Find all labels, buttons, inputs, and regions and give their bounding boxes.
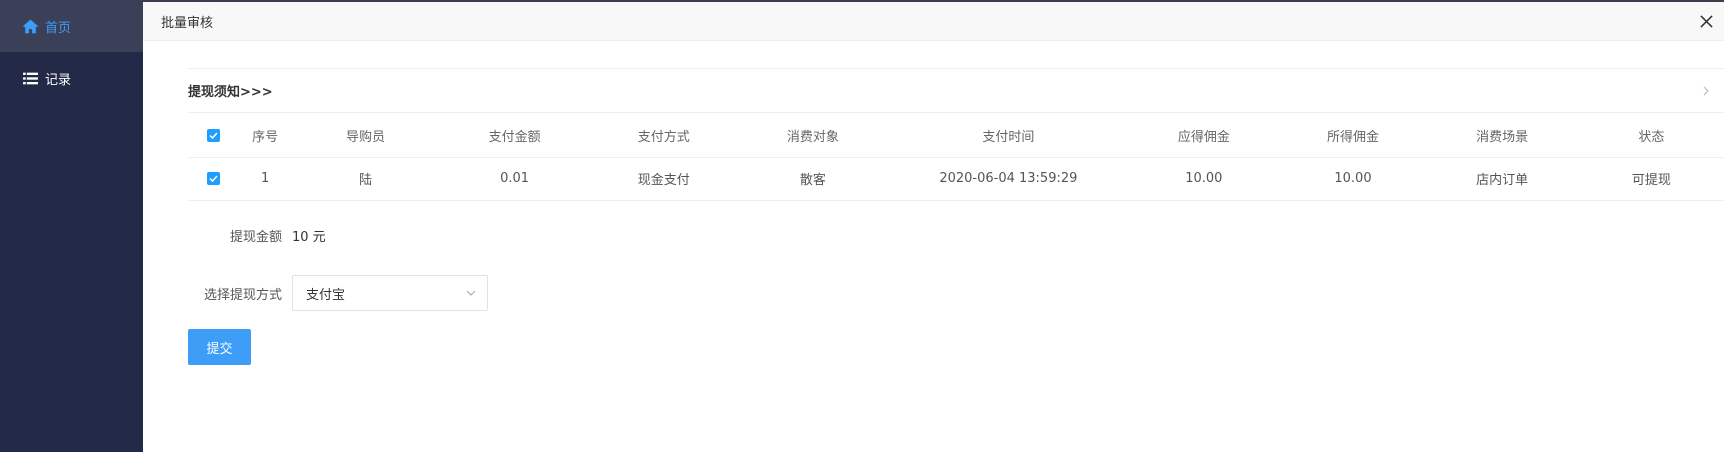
table-cell: 10.00 [1278,157,1428,201]
table-cell: 可提现 [1576,157,1724,201]
home-icon [22,18,39,35]
column-header: 消费场景 [1427,114,1577,158]
amount-label: 提现金额 [229,230,282,245]
table-cell: 现金支付 [589,157,739,201]
select-all-checkbox[interactable] [188,114,240,158]
dialog-header: 批量审核 [143,2,1724,41]
column-header: 支付时间 [887,114,1130,158]
list-icon [22,70,39,87]
table-row: 1 陆 0.01 现金支付 散客 2020-06-04 13:59:29 10.… [188,157,1724,201]
column-header: 序号 [239,114,291,158]
table-cell: 1 [239,157,291,201]
column-header: 支付金额 [440,114,590,158]
column-header: 消费对象 [738,114,888,158]
amount-row: 提现金额 10 元 [188,226,326,245]
column-header: 支付方式 [589,114,739,158]
table-cell: 陆 [290,157,441,201]
table-cell: 10.00 [1129,157,1279,201]
close-icon[interactable] [1697,12,1715,30]
table-cell: 2020-06-04 13:59:29 [887,157,1130,201]
table-cell: 散客 [738,157,888,201]
amount-value: 10 元 [292,230,326,245]
checkbox-checked-icon[interactable] [207,128,221,142]
sidebar-item-label: 首页 [45,20,72,36]
sidebar: 首页 记录 [0,0,143,452]
table-cell: 0.01 [440,157,590,201]
notice-title: 提现须知>>> [188,85,273,100]
sidebar-item-records[interactable]: 记录 [0,52,143,104]
table-cell: 店内订单 [1427,157,1577,201]
chevron-down-icon [465,287,477,299]
row-checkbox[interactable] [188,157,240,201]
method-label: 选择提现方式 [203,287,282,303]
dialog-title: 批量审核 [161,15,214,31]
select-value: 支付宝 [306,287,346,303]
withdraw-notice[interactable]: 提现须知>>> [188,68,1724,113]
withdraw-method-select[interactable]: 支付宝 [292,275,488,311]
column-header: 导购员 [290,114,441,158]
method-row: 选择提现方式 支付宝 [188,275,488,311]
app-root: 首页 记录 批量审核 提现须知>>> 序号 导购员 支付金额 支付方式 消费对象… [0,0,1724,452]
sidebar-item-label: 记录 [45,72,72,88]
column-header: 所得佣金 [1278,114,1428,158]
column-header: 应得佣金 [1129,114,1279,158]
column-header: 状态 [1576,114,1724,158]
checkbox-checked-icon[interactable] [207,172,221,185]
batch-review-dialog: 批量审核 提现须知>>> 序号 导购员 支付金额 支付方式 消费对象 支付时间 … [143,2,1724,452]
submit-button[interactable]: 提交 [188,329,251,365]
records-table: 序号 导购员 支付金额 支付方式 消费对象 支付时间 应得佣金 所得佣金 消费场… [188,114,1724,201]
table-header-row: 序号 导购员 支付金额 支付方式 消费对象 支付时间 应得佣金 所得佣金 消费场… [188,114,1724,158]
chevron-right-icon [1700,85,1712,97]
sidebar-item-home[interactable]: 首页 [0,0,143,52]
